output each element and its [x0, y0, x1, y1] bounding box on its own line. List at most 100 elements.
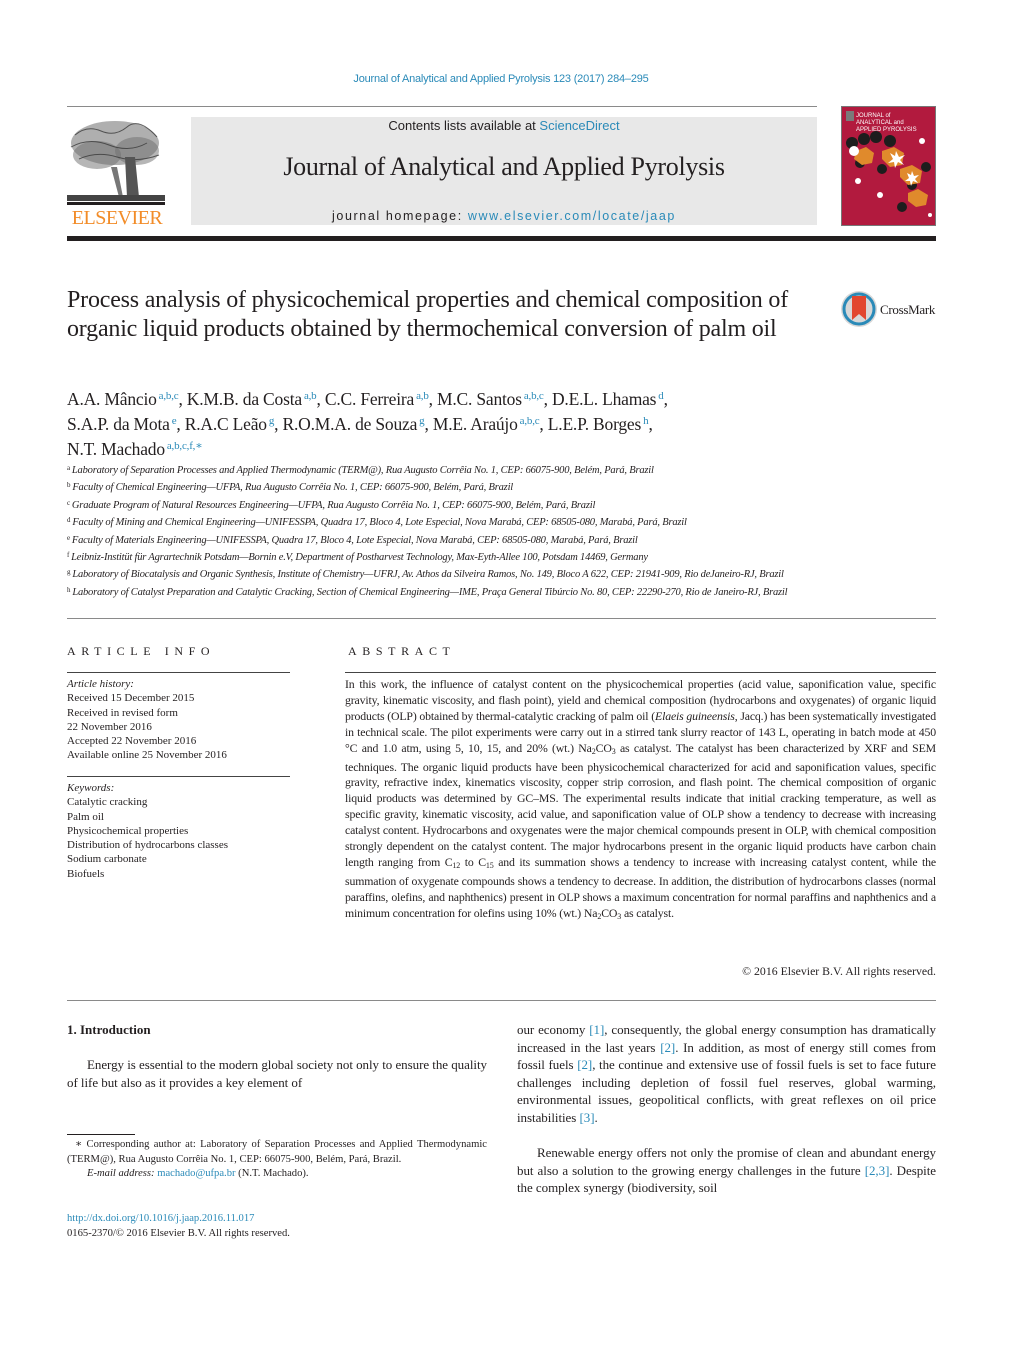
- sciencedirect-link[interactable]: ScienceDirect: [539, 118, 619, 133]
- keyword: Palm oil: [67, 810, 104, 823]
- author-name: M.E. Araújo: [432, 414, 518, 434]
- abstract-segment: as catalyst. The catalyst has been chara…: [345, 740, 936, 869]
- section-divider: [67, 618, 936, 619]
- affiliation-key: h: [67, 585, 71, 594]
- author-affiliation-marks[interactable]: a,b,c: [524, 390, 544, 402]
- author-name: N.T. Machado: [67, 439, 165, 459]
- author-separator: ,: [274, 414, 283, 434]
- author[interactable]: L.E.P. Borges h: [548, 414, 649, 434]
- author-separator: ,: [539, 414, 548, 434]
- affiliation-item: d Faculty of Mining and Chemical Engineer…: [67, 513, 827, 530]
- author-affiliation-marks[interactable]: a,b: [304, 390, 317, 402]
- author[interactable]: K.M.B. da Costa a,b: [187, 389, 317, 409]
- affiliation-key: d: [67, 516, 71, 525]
- contents-prefix: Contents lists available at: [388, 118, 540, 133]
- abstract-segment: to C: [460, 854, 486, 869]
- keyword: Catalytic cracking: [67, 796, 148, 809]
- journal-title: Journal of Analytical and Applied Pyroly…: [283, 152, 725, 181]
- author[interactable]: R.O.M.A. de Souza g: [283, 414, 425, 434]
- affiliation-key: f: [67, 551, 70, 560]
- affiliation-item: e Faculty of Materials Engineering—UNIFES…: [67, 531, 827, 548]
- email-suffix: (N.T. Machado).: [235, 1168, 309, 1179]
- header-divider: [67, 106, 817, 107]
- article-info-heading: ARTICLE INFO: [67, 644, 216, 658]
- keyword: Biofuels: [67, 867, 105, 880]
- author-separator: ,: [663, 389, 668, 409]
- affiliation-item: f Leibniz-Institüt für Agrartechnik Potsd…: [67, 548, 827, 565]
- homepage-link[interactable]: www.elsevier.com/locate/jaap: [468, 209, 676, 223]
- keyword: Distribution of hydrocarbons classes: [67, 839, 228, 852]
- keyword: Sodium carbonate: [67, 853, 147, 866]
- affiliation-key: b: [67, 481, 71, 490]
- affiliation-item: c Graduate Program of Natural Resources E…: [67, 496, 827, 513]
- affiliation-text: Laboratory of Biocatalysis and Organic S…: [72, 569, 784, 581]
- article-info-rule: [67, 672, 290, 673]
- keywords-list: Keywords: Catalytic cracking Palm oil Ph…: [67, 781, 292, 881]
- author[interactable]: R.A.C Leão g: [185, 414, 275, 434]
- email-link[interactable]: machado@ufpa.br: [157, 1168, 235, 1179]
- author[interactable]: M.C. Santos a,b,c: [437, 389, 544, 409]
- author[interactable]: S.A.P. da Mota e: [67, 414, 177, 434]
- article-title: Process analysis of physicochemical prop…: [67, 287, 788, 342]
- reference-link[interactable]: [2]: [660, 1040, 675, 1055]
- author-name: R.O.M.A. de Souza: [282, 414, 418, 434]
- issn-copyright: 0165-2370/© 2016 Elsevier B.V. All right…: [67, 1227, 290, 1239]
- svg-text:APPLIED PYROLYSIS: APPLIED PYROLYSIS: [856, 127, 917, 133]
- cover-art-icon: JOURNAL of ANALYTICAL and APPLIED PYROLY…: [842, 107, 935, 225]
- contents-line: Contents lists available at ScienceDirec…: [191, 118, 817, 133]
- history-item: Received in revised form: [67, 706, 178, 719]
- author-name: S.A.P. da Mota: [67, 414, 170, 434]
- author[interactable]: D.E.L. Lhamas d: [552, 389, 664, 409]
- affiliation-text: Faculty of Chemical Engineering—UFPA, Ru…: [72, 482, 514, 494]
- author-name: D.E.L. Lhamas: [551, 389, 657, 409]
- history-item: Accepted 22 November 2016: [67, 735, 197, 748]
- author-separator: ,: [648, 414, 653, 434]
- journal-cover[interactable]: JOURNAL of ANALYTICAL and APPLIED PYROLY…: [841, 106, 936, 226]
- doi-link[interactable]: http://dx.doi.org/10.1016/j.jaap.2016.11…: [67, 1212, 487, 1227]
- elsevier-tree-icon: [67, 117, 165, 205]
- author[interactable]: M.E. Araújo a,b,c: [433, 414, 540, 434]
- header-thick-rule: [67, 236, 936, 241]
- affiliation-text: Faculty of Mining and Chemical Engineeri…: [72, 517, 687, 529]
- homepage-prefix: journal homepage:: [332, 209, 468, 223]
- email-label: E-mail address:: [87, 1168, 158, 1179]
- journal-masthead: Contents lists available at ScienceDirec…: [191, 117, 817, 225]
- author-affiliation-marks[interactable]: a,b,c: [159, 390, 179, 402]
- affiliation-list: a Laboratory of Separation Processes and …: [67, 461, 827, 600]
- author[interactable]: A.A. Mâncio a,b,c: [67, 389, 179, 409]
- reference-link[interactable]: [2,3]: [865, 1163, 890, 1178]
- author-affiliation-marks[interactable]: a,b,c: [520, 415, 540, 427]
- abstract-segment: as catalyst.: [621, 905, 674, 920]
- author-affiliation-marks[interactable]: a,b: [416, 390, 429, 402]
- author-name: A.A. Mâncio: [67, 389, 157, 409]
- history-item: Received 15 December 2015: [67, 692, 195, 705]
- corresponding-author-footnote: ∗ Corresponding author at: Laboratory of…: [67, 1138, 487, 1182]
- reference-link[interactable]: [3]: [580, 1110, 595, 1125]
- keywords-rule: [67, 776, 290, 777]
- abstract-heading: ABSTRACT: [348, 644, 456, 658]
- abstract-text: In this work, the influence of catalyst …: [345, 677, 936, 925]
- abstract-segment: CO: [601, 905, 618, 920]
- elsevier-wordmark: ELSEVIER: [71, 207, 163, 229]
- email-line: E-mail address: machado@ufpa.br (N.T. Ma…: [67, 1167, 487, 1182]
- keywords-label: Keywords:: [67, 782, 115, 794]
- journal-citation[interactable]: Journal of Analytical and Applied Pyroly…: [0, 73, 1002, 85]
- intro-left-paragraph: Energy is essential to the modern global…: [67, 1057, 487, 1090]
- footnote-rule: [67, 1134, 135, 1135]
- affiliation-text: Graduate Program of Natural Resources En…: [71, 499, 596, 511]
- affiliation-item: h Laboratory of Catalyst Preparation and …: [67, 583, 827, 600]
- elsevier-logo[interactable]: ELSEVIER: [67, 117, 167, 229]
- crossmark-badge[interactable]: CrossMark: [840, 290, 940, 330]
- author[interactable]: C.C. Ferreira a,b: [325, 389, 429, 409]
- reference-link[interactable]: [1]: [589, 1022, 604, 1037]
- affiliation-key: g: [67, 568, 71, 577]
- author-list: A.A. Mâncio a,b,c, K.M.B. da Costa a,b, C.…: [67, 385, 827, 460]
- reference-link[interactable]: [2]: [577, 1057, 592, 1072]
- affiliation-key: c: [67, 498, 70, 507]
- affiliation-item: g Laboratory of Biocatalysis and Organic …: [67, 565, 827, 582]
- author[interactable]: N.T. Machado a,b,c,f,∗: [67, 439, 203, 459]
- affiliation-text: Laboratory of Catalyst Preparation and C…: [72, 586, 788, 598]
- author-affiliation-marks[interactable]: a,b,c,f,∗: [167, 440, 203, 452]
- text-segment: our economy: [517, 1022, 590, 1037]
- keyword: Physicochemical properties: [67, 824, 189, 837]
